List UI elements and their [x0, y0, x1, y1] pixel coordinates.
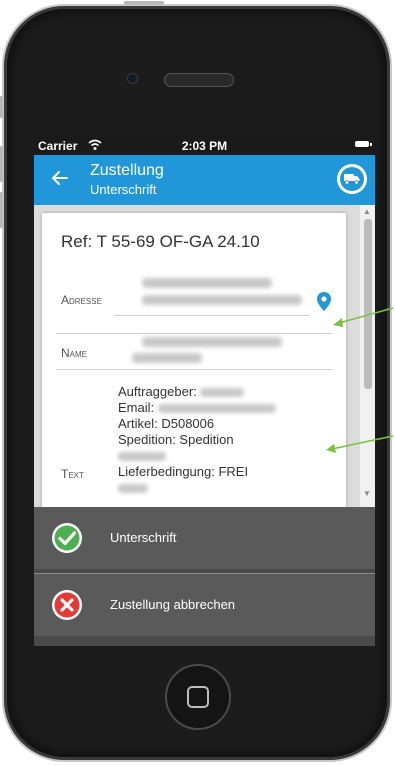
truck-button[interactable] [337, 164, 367, 194]
address-divider [114, 315, 310, 316]
content-scrollbar[interactable]: ▲ ▼ [360, 205, 375, 507]
text-line-lieferbedingung: Lieferbedingung: FREI [118, 464, 249, 479]
app-bar: Zustellung Unterschrift [34, 155, 375, 205]
truck-icon [344, 174, 360, 185]
check-circle-icon [52, 523, 82, 553]
cancel-delivery-label: Zustellung abbrechen [110, 597, 236, 612]
signature-button[interactable]: Unterschrift [34, 507, 375, 569]
battery-icon [355, 141, 372, 147]
signature-button-label: Unterschrift [110, 530, 177, 545]
phone-screen: Carrier 2:03 PM Zustellung Unterschrift [34, 136, 375, 646]
cancel-circle-icon [52, 590, 82, 620]
address-line-1 [142, 278, 272, 288]
map-pin-icon[interactable] [317, 292, 331, 311]
text-line-auftraggeber: Auftraggeber: [118, 384, 276, 400]
text-field-value: Auftraggeber: Email: Artikel: D508006 Sp… [118, 384, 276, 496]
volume-up-button [0, 146, 3, 182]
power-button [124, 1, 164, 5]
reference-number: Ref: T 55-69 OF-GA 24.10 [61, 232, 260, 251]
name-divider-top [56, 333, 332, 334]
address-line-2 [142, 295, 302, 305]
text-line-blurred [118, 448, 276, 464]
home-button[interactable] [165, 664, 231, 730]
clock: 2:03 PM [181, 139, 228, 153]
home-square-icon [187, 686, 209, 708]
content-area: Ref: T 55-69 OF-GA 24.10 Adresse Name Te… [34, 205, 375, 513]
name-line-2 [132, 353, 202, 363]
text-line-email: Email: [118, 400, 276, 416]
address-label: Adresse [61, 293, 102, 307]
scroll-down-icon[interactable]: ▼ [363, 489, 371, 498]
status-bar: Carrier 2:03 PM [34, 136, 375, 155]
text-label: Text [61, 467, 84, 481]
arrow-left-icon[interactable] [50, 168, 70, 188]
scroll-up-icon[interactable]: ▲ [363, 207, 371, 216]
front-camera [127, 73, 138, 84]
text-line-spedition: Spedition: Spedition [118, 432, 234, 447]
volume-down-button [0, 192, 3, 228]
earpiece-speaker [164, 73, 234, 87]
delivery-card: Ref: T 55-69 OF-GA 24.10 Adresse Name Te… [42, 213, 346, 513]
text-line-cutoff [118, 480, 276, 496]
name-divider [56, 369, 332, 370]
name-line-1 [142, 337, 282, 347]
name-label: Name [61, 346, 88, 360]
scroll-thumb[interactable] [364, 219, 372, 389]
page-subtitle: Unterschrift [90, 182, 157, 197]
text-line-artikel: Artikel: D508006 [118, 416, 215, 431]
mute-switch [0, 96, 3, 118]
cancel-delivery-button[interactable]: Zustellung abbrechen [34, 574, 375, 636]
page-title: Zustellung [90, 162, 164, 179]
